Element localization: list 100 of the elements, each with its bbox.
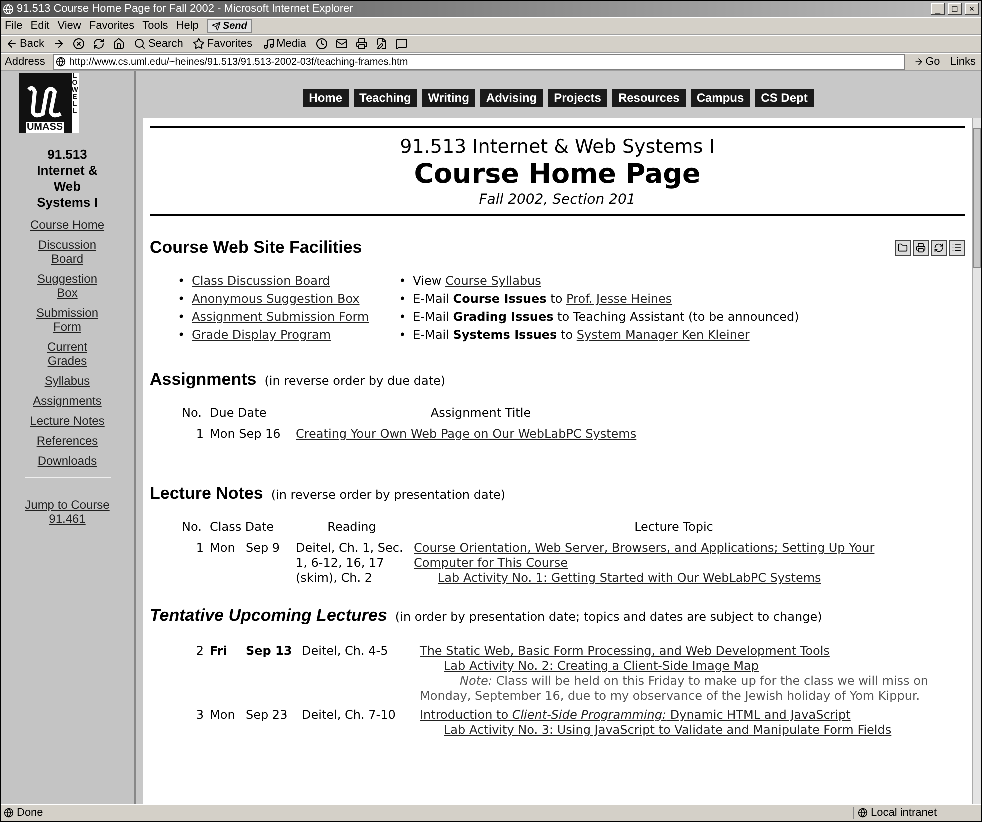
list-button[interactable] bbox=[949, 240, 965, 256]
section-heading: Assignments bbox=[150, 370, 257, 390]
search-icon bbox=[134, 38, 146, 50]
nav-button[interactable]: Campus bbox=[690, 89, 750, 107]
table-cell-text: Mon bbox=[210, 541, 236, 557]
column-header: Assignment Title bbox=[430, 406, 532, 421]
sidebar-link[interactable]: Jump to Course 91.461 bbox=[18, 498, 118, 526]
refresh-icon[interactable] bbox=[93, 38, 106, 50]
send-button[interactable]: Send bbox=[206, 19, 252, 33]
lecture-link[interactable]: Course Orientation, Web Server, Browsers, and Applications; Setting Up Your Computer for This Course bbox=[414, 541, 934, 571]
sidebar-link[interactable]: Suggestion Box bbox=[28, 272, 108, 300]
menu-item[interactable]: Favorites bbox=[89, 20, 135, 32]
facility-link[interactable]: Anonymous Suggestion Box bbox=[192, 292, 360, 306]
lecture-note: Note: Class will be held on this Friday to make up for the class we will miss on Monday, September 16, due to my observance of the Jewish holiday of Yom Kippur. bbox=[420, 674, 930, 704]
nav-button[interactable]: Resources bbox=[612, 89, 686, 107]
table-cell-text: Mon bbox=[210, 708, 236, 724]
window-title: 91.513 Course Home Page for Fall 2002 - Microsoft Internet Explorer bbox=[17, 3, 354, 15]
nav-button[interactable]: Projects bbox=[548, 89, 608, 107]
lab-link[interactable]: Lab Activity No. 3: Using JavaScript to Validate and Manipulate Form Fields bbox=[444, 723, 940, 738]
chat-icon[interactable] bbox=[396, 38, 408, 50]
sidebar-link[interactable]: Downloads bbox=[28, 454, 108, 468]
facility-link[interactable]: Class Discussion Board bbox=[192, 274, 330, 288]
lab-link[interactable]: Lab Activity No. 2: Creating a Client-Side Image Map bbox=[444, 659, 940, 674]
printer-icon[interactable] bbox=[356, 38, 368, 50]
window-control[interactable]: □ bbox=[948, 3, 962, 15]
table-cell-text: 1 bbox=[195, 427, 204, 442]
window-control[interactable]: _ bbox=[931, 3, 945, 15]
column-header: No. bbox=[182, 406, 203, 421]
facility-text: E-Mail Grading Issues to Teaching Assistant (to be announced) bbox=[413, 310, 800, 324]
scroll-bar[interactable] bbox=[972, 118, 981, 804]
menu-item[interactable]: Edit bbox=[30, 20, 50, 32]
facility-link[interactable]: Grade Display Program bbox=[192, 328, 332, 342]
page-title: Course Home Page bbox=[413, 158, 702, 192]
table-cell-text: Fri bbox=[210, 644, 228, 660]
edit-icon[interactable] bbox=[376, 38, 388, 50]
nav-button[interactable]: Advising bbox=[480, 89, 544, 107]
course-title: 91.513 Internet & Web Systems I bbox=[399, 136, 716, 158]
term-subtitle: Fall 2002, Section 201 bbox=[478, 192, 637, 208]
zone-text: Local intranet bbox=[871, 807, 938, 819]
toolbar-button[interactable]: Media bbox=[262, 38, 308, 50]
sidebar-link[interactable]: Syllabus bbox=[28, 374, 108, 388]
go-arrow-icon bbox=[914, 57, 924, 67]
table-cell-text: 3 bbox=[195, 708, 204, 724]
sidebar-link[interactable]: Lecture Notes bbox=[28, 414, 108, 428]
facility-link[interactable]: Assignment Submission Form bbox=[192, 310, 370, 324]
send-icon bbox=[212, 22, 221, 30]
table-cell-text: Sep 9 bbox=[246, 541, 282, 557]
stop-icon[interactable] bbox=[73, 38, 86, 50]
links-button[interactable]: Links bbox=[949, 56, 977, 68]
printer-icon bbox=[916, 243, 926, 253]
address-field[interactable]: http://www.cs.uml.edu/~heines/91.513/91.513-2002-03f/teaching-frames.htm bbox=[53, 54, 905, 70]
toolbar-button[interactable]: Search bbox=[133, 38, 184, 50]
facility-link[interactable]: Course Syllabus bbox=[445, 274, 542, 288]
nav-button[interactable]: CS Dept bbox=[755, 89, 814, 107]
status-page-icon bbox=[4, 808, 14, 818]
toolbar-button[interactable]: Back bbox=[5, 38, 46, 50]
forward-arrow-icon[interactable] bbox=[53, 38, 66, 50]
sidebar-link[interactable]: Course Home bbox=[28, 218, 108, 232]
folder-button[interactable] bbox=[895, 240, 911, 256]
sidebar-link[interactable]: References bbox=[28, 434, 108, 448]
facility-link[interactable]: Prof. Jesse Heines bbox=[566, 292, 672, 306]
nav-button[interactable]: Home bbox=[303, 89, 348, 107]
table-cell-text: Deitel, Ch. 7-10 bbox=[302, 708, 397, 724]
sidebar-link[interactable]: Current Grades bbox=[28, 340, 108, 368]
window-control[interactable]: × bbox=[965, 3, 979, 15]
menu-item[interactable]: View bbox=[58, 20, 82, 32]
music-icon bbox=[262, 38, 275, 50]
lecture-link[interactable]: The Static Web, Basic Form Processing, and Web Development Tools bbox=[420, 644, 940, 659]
table-cell-text: Deitel, Ch. 1, Sec. 1, 6-12, 16, 17 (skim), Ch. 2 bbox=[296, 541, 404, 586]
nav-button[interactable]: Writing bbox=[422, 89, 476, 107]
facility-link[interactable]: System Manager Ken Kleiner bbox=[576, 328, 750, 342]
folder-icon bbox=[898, 243, 908, 253]
sidebar-link[interactable]: Discussion Board bbox=[28, 238, 108, 266]
lab-link[interactable]: Lab Activity No. 1: Getting Started with Our WebLabPC Systems bbox=[438, 571, 934, 586]
refresh-button[interactable] bbox=[931, 240, 947, 256]
printer-button[interactable] bbox=[913, 240, 929, 256]
sidebar-link[interactable]: Assignments bbox=[28, 394, 108, 408]
bullet: • bbox=[178, 309, 186, 326]
bullet: • bbox=[399, 291, 408, 308]
page-icon bbox=[56, 57, 66, 67]
bullet: • bbox=[399, 309, 408, 326]
nav-button[interactable]: Teaching bbox=[354, 89, 418, 107]
home-icon[interactable] bbox=[113, 38, 126, 50]
menu-item[interactable]: File bbox=[5, 20, 23, 32]
menu-item[interactable]: Tools bbox=[142, 20, 168, 32]
toolbar-button[interactable]: Favorites bbox=[192, 38, 254, 50]
table-cell-text: Mon Sep 16 bbox=[210, 427, 282, 442]
section-note: (in reverse order by presentation date) bbox=[271, 488, 506, 502]
column-header: Class Date bbox=[210, 520, 276, 535]
mail-icon[interactable] bbox=[336, 38, 348, 50]
table-cell-text: Sep 23 bbox=[246, 708, 289, 724]
clock-icon[interactable] bbox=[316, 38, 328, 50]
sidebar-link[interactable]: Submission Form bbox=[28, 306, 108, 334]
go-button[interactable]: Go bbox=[912, 56, 942, 68]
assignment-link[interactable]: Creating Your Own Web Page on Our WebLabPC Systems bbox=[296, 427, 637, 441]
status-text: Done bbox=[17, 807, 44, 819]
lecture-link[interactable]: Introduction to Client-Side Programming: Dynamic HTML and JavaScript bbox=[420, 708, 940, 723]
facility-text: View bbox=[413, 274, 442, 288]
bullet: • bbox=[178, 291, 186, 308]
menu-item[interactable]: Help bbox=[176, 20, 199, 32]
